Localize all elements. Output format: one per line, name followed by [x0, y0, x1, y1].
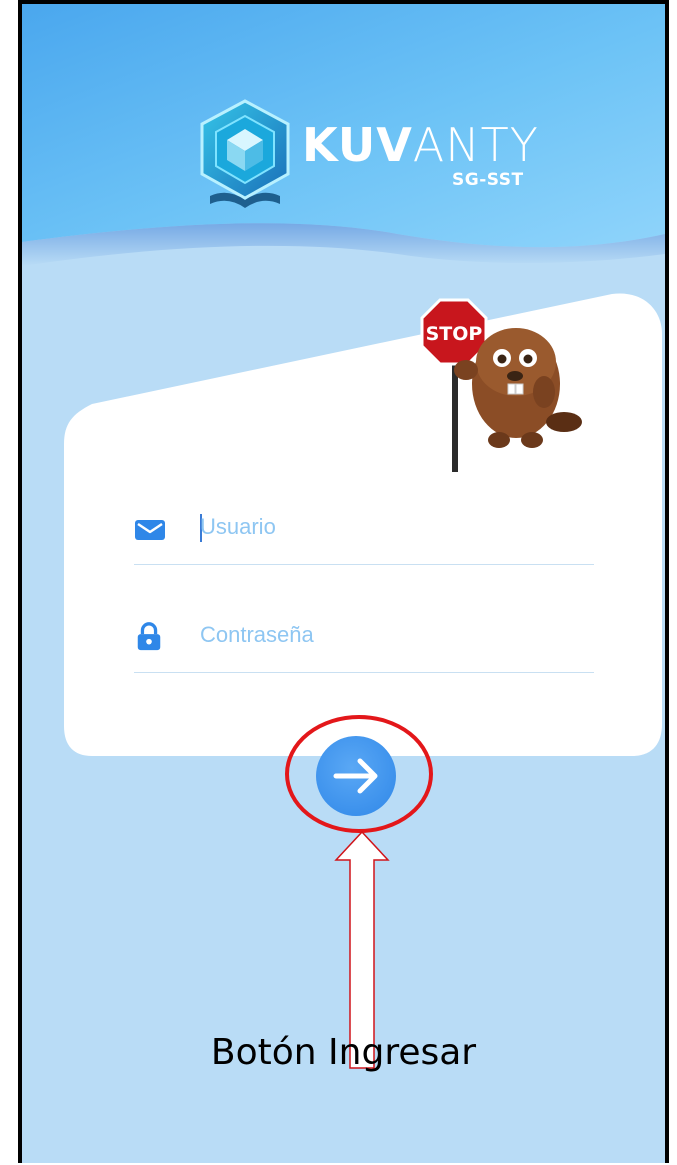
password-field[interactable]: Contraseña [134, 602, 594, 673]
username-field[interactable]: Usuario [134, 494, 594, 565]
mail-icon [135, 520, 165, 540]
arrow-right-icon [333, 758, 378, 794]
stop-sign-text: STOP [426, 323, 483, 345]
login-submit-button[interactable] [316, 736, 396, 816]
beaver-stop-mascot: STOP [420, 298, 582, 472]
username-placeholder: Usuario [200, 514, 276, 539]
lock-icon [137, 622, 161, 651]
phone-screen: KUVANTY SG-SST STOP Usuario Contraseña B… [18, 0, 669, 1163]
annotation-caption: Botón Ingresar [210, 1032, 477, 1073]
password-placeholder: Contraseña [200, 622, 314, 647]
